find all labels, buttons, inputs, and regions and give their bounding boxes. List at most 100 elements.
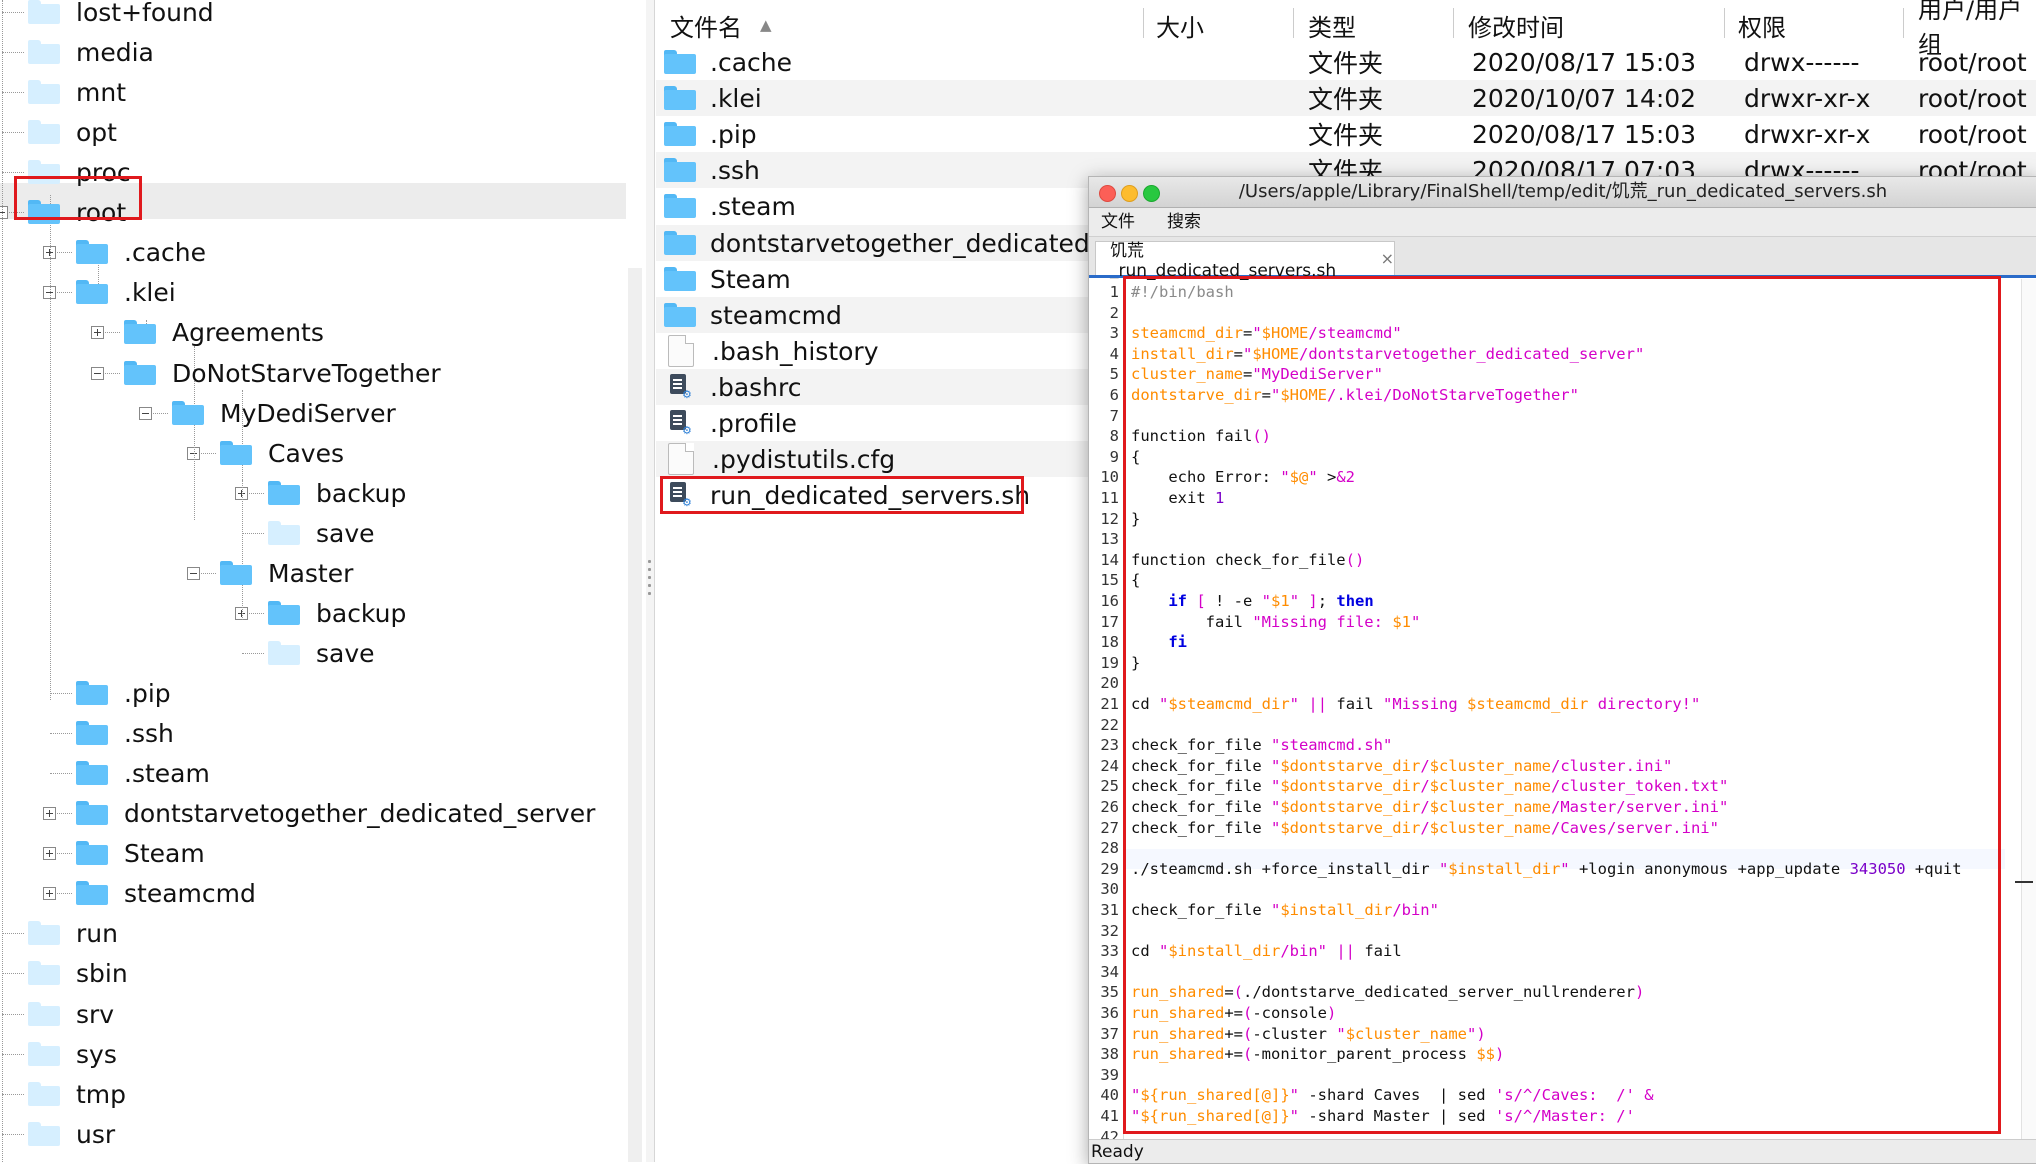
root-highlight-box — [14, 176, 142, 220]
tree-node-klei[interactable]: .klei — [76, 274, 176, 310]
folder-icon — [268, 601, 300, 625]
tree-node-opt[interactable]: opt — [28, 114, 117, 150]
line-number: 12 — [1100, 510, 1119, 528]
sort-ascending-icon: ▲ — [760, 16, 772, 34]
tree-node-usr[interactable]: usr — [28, 1116, 115, 1152]
collapse-icon[interactable] — [139, 407, 152, 420]
collapse-icon[interactable] — [187, 567, 200, 580]
column-header-name[interactable]: 文件名 ▲ — [670, 6, 772, 44]
directory-tree[interactable]: lost+found media mnt opt proc root .cache .klei… — [0, 0, 647, 1162]
pane-splitter[interactable] — [646, 0, 655, 1162]
expand-icon[interactable] — [43, 847, 56, 860]
expand-icon[interactable] — [91, 326, 104, 339]
line-number: 29 — [1100, 860, 1119, 878]
file-name: dontstarvetogether_dedicated_se — [710, 228, 1131, 258]
tree-node-run[interactable]: run — [28, 915, 118, 951]
tree-node-mnt[interactable]: mnt — [28, 74, 126, 110]
column-header-type[interactable]: 类型 — [1308, 6, 1356, 44]
tree-node-agreements[interactable]: Agreements — [124, 314, 324, 350]
line-number: 32 — [1100, 922, 1119, 940]
file-row[interactable]: .pip 文件夹 2020/08/17 15:03 drwxr-xr-x root/ro… — [656, 116, 2036, 152]
menu-search[interactable]: 搜索 — [1167, 208, 1201, 236]
tree-node-lost-found[interactable]: lost+found — [28, 0, 214, 30]
tab-run-dedicated-servers[interactable]: 饥荒_run_dedicated_servers.sh × — [1095, 241, 1395, 281]
tree-node-mydediserver[interactable]: MyDediServer — [172, 395, 396, 431]
folder-icon — [28, 1002, 60, 1026]
file-perm: drwx------ — [1744, 47, 1860, 77]
file-row[interactable]: .cache 文件夹 2020/08/17 15:03 drwx------ root/… — [656, 44, 2036, 80]
tree-node-tmp[interactable]: tmp — [28, 1076, 126, 1112]
tree-node-donotstarvetogether[interactable]: DoNotStarveTogether — [124, 355, 441, 391]
tree-node-label: sys — [76, 1039, 117, 1069]
column-header-permissions[interactable]: 权限 — [1738, 6, 1786, 44]
menu-file[interactable]: 文件 — [1101, 208, 1135, 236]
tree-node-srv[interactable]: srv — [28, 996, 114, 1032]
tree-node-backup[interactable]: backup — [268, 475, 406, 511]
tree-node-dontstarvetogether-dedicated-server[interactable]: dontstarvetogether_dedicated_server — [76, 795, 595, 831]
file-perm: drwxr-xr-x — [1744, 83, 1871, 113]
tree-node-media[interactable]: media — [28, 34, 154, 70]
tree-scrollbar[interactable] — [628, 268, 642, 1162]
editor-titlebar[interactable]: /Users/apple/Library/FinalShell/temp/edi… — [1089, 177, 2036, 208]
folder-icon — [28, 120, 60, 144]
tree-node-sbin[interactable]: sbin — [28, 955, 128, 991]
script-icon: ⚙ — [670, 374, 692, 400]
tree-node-save[interactable]: save — [268, 515, 375, 551]
tab-close-icon[interactable]: × — [1381, 249, 1394, 268]
file-name: .ssh — [710, 155, 760, 185]
tree-node-label: backup — [316, 478, 407, 508]
file-perm: drwxr-xr-x — [1744, 119, 1871, 149]
line-number: 39 — [1100, 1066, 1119, 1084]
file-name: .bash_history — [712, 336, 879, 366]
folder-icon — [76, 280, 108, 304]
folder-icon — [664, 122, 696, 146]
folder-icon — [28, 40, 60, 64]
file-icon — [668, 443, 694, 475]
line-number: 18 — [1100, 633, 1119, 651]
file-owner: root/root — [1918, 119, 2027, 149]
tree-node-sys[interactable]: sys — [28, 1036, 117, 1072]
line-number: 1 — [1109, 283, 1119, 301]
folder-icon — [28, 1042, 60, 1066]
folder-icon — [268, 641, 300, 665]
folder-icon — [28, 961, 60, 985]
folder-icon — [268, 521, 300, 545]
tree-node-caves[interactable]: Caves — [220, 435, 344, 471]
column-header-owner[interactable]: 用户/用户组 — [1918, 0, 2036, 59]
tree-node-cache[interactable]: .cache — [76, 234, 206, 270]
tree-node-steam[interactable]: .steam — [76, 755, 210, 791]
tree-node-label: run — [76, 918, 118, 948]
file-row[interactable]: .klei 文件夹 2020/10/07 14:02 drwxr-xr-x root/r… — [656, 80, 2036, 116]
tree-node-label: DoNotStarveTogether — [172, 358, 441, 388]
line-number: 27 — [1100, 819, 1119, 837]
expand-icon[interactable] — [43, 807, 56, 820]
file-name: .bashrc — [710, 372, 802, 402]
file-name: steamcmd — [710, 300, 842, 330]
tree-node-master[interactable]: Master — [220, 555, 353, 591]
tree-node-steamcmd[interactable]: steamcmd — [76, 875, 256, 911]
tree-node-pip[interactable]: .pip — [76, 675, 171, 711]
tree-node-label: tmp — [76, 1079, 127, 1109]
line-number: 33 — [1100, 942, 1119, 960]
tree-node-label: Master — [268, 558, 354, 588]
tree-node-label: .steam — [124, 758, 210, 788]
line-number: 7 — [1109, 407, 1119, 425]
tree-node-ssh[interactable]: .ssh — [76, 715, 174, 751]
tree-node-backup[interactable]: backup — [268, 595, 406, 631]
tree-node-label: media — [76, 37, 154, 67]
line-number: 38 — [1100, 1045, 1119, 1063]
expand-icon[interactable] — [43, 887, 56, 900]
line-number: 5 — [1109, 365, 1119, 383]
editor-scrollbar[interactable] — [2021, 279, 2036, 1139]
tree-node-var[interactable]: var — [28, 1156, 116, 1163]
folder-icon — [664, 86, 696, 110]
tree-node-steam[interactable]: Steam — [76, 835, 205, 871]
line-number: 14 — [1100, 551, 1119, 569]
column-header-size[interactable]: 大小 — [1156, 6, 1204, 44]
editor-tabbar: 饥荒_run_dedicated_servers.sh × — [1089, 237, 2036, 281]
tree-node-save[interactable]: save — [268, 635, 375, 671]
collapse-icon[interactable] — [91, 367, 104, 380]
line-number: 41 — [1100, 1107, 1119, 1125]
column-header-modified[interactable]: 修改时间 — [1468, 6, 1564, 44]
folder-icon — [76, 721, 108, 745]
